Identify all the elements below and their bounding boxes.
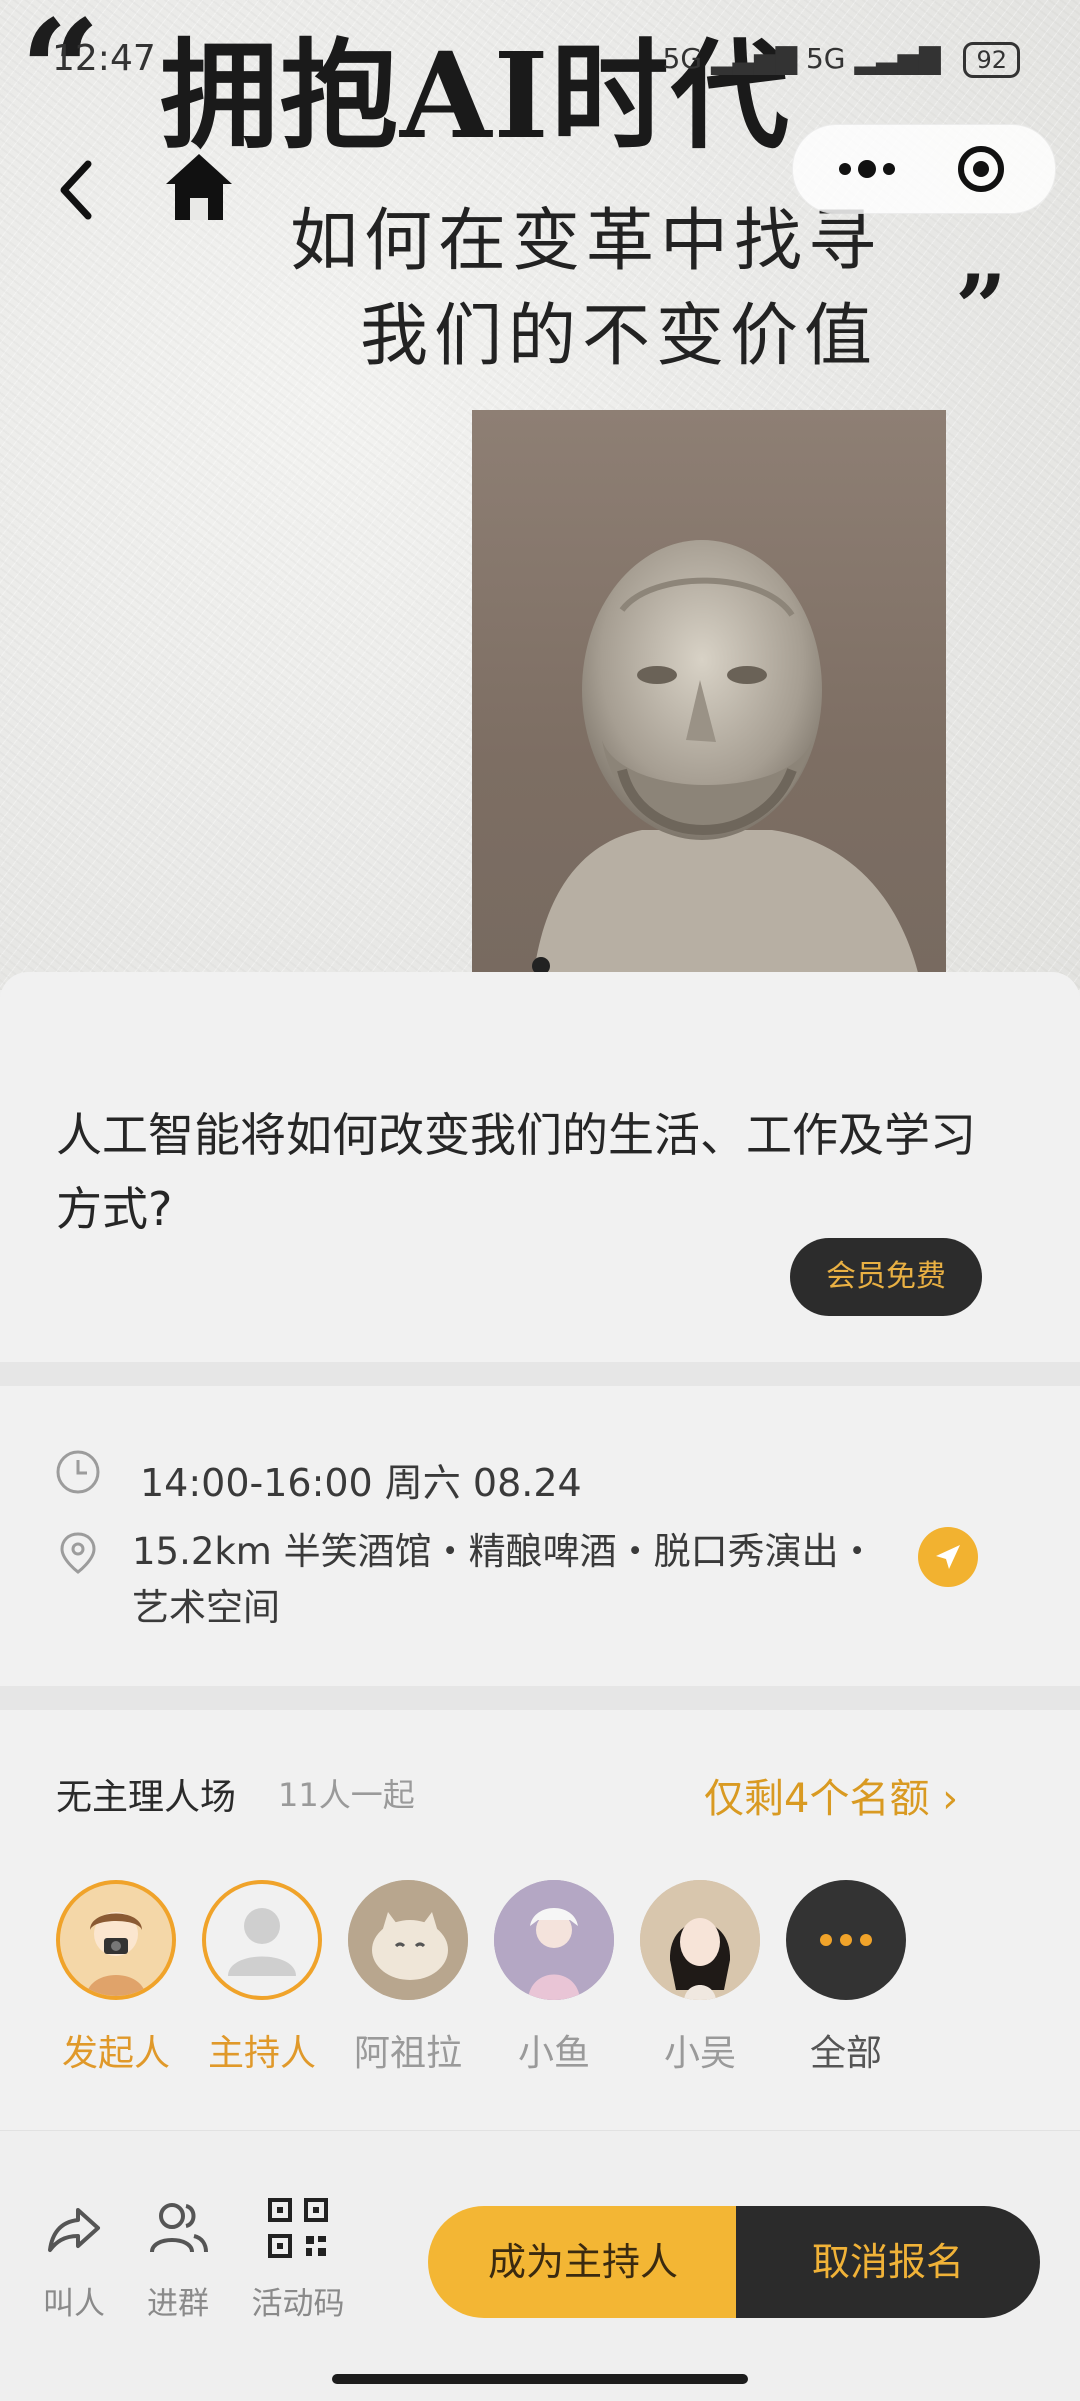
avatar <box>202 1880 322 2000</box>
join-group-button[interactable]: 进群 <box>142 2196 214 2323</box>
statue-image <box>472 410 946 990</box>
participant-count: 11人一起 <box>278 1776 415 1814</box>
more-dots-icon <box>820 1934 872 1946</box>
signal-icon: ▂▃▅▇ <box>710 42 798 75</box>
price-badge: 会员免费 <box>790 1238 982 1316</box>
become-host-button[interactable]: 成为主持人 <box>428 2206 738 2318</box>
more-dots-icon <box>839 160 895 178</box>
girl-avatar-icon <box>60 1884 172 1996</box>
avatar <box>786 1880 906 2000</box>
join-group-label: 进群 <box>147 2286 209 2322</box>
avatar <box>640 1880 760 2000</box>
view-all-label: 全部 <box>809 2033 882 2074</box>
attendee-role-label: 主持人 <box>207 2033 316 2074</box>
remaining-slots-link[interactable]: 仅剩4个名额 › <box>704 1766 958 1824</box>
navigation-arrow-icon <box>936 1545 960 1569</box>
more-button[interactable] <box>817 125 917 213</box>
group-users-icon <box>146 2196 210 2260</box>
back-button[interactable] <box>50 150 110 230</box>
event-qrcode-label: 活动码 <box>251 2286 345 2322</box>
section-divider <box>0 1362 1080 1386</box>
attendee-name: 小鱼 <box>517 2033 590 2074</box>
signal-icon-2: ▂▃▅▇ <box>854 42 941 75</box>
invite-button[interactable]: 叫人 <box>38 2196 110 2323</box>
avatar <box>56 1880 176 2000</box>
cancel-registration-button[interactable]: 取消报名 <box>736 2206 1040 2318</box>
section-divider <box>0 1686 1080 1710</box>
home-indicator[interactable] <box>332 2374 748 2384</box>
status-indicators: 5G ▂▃▅▇ 5G ▂▃▅▇ 92 <box>663 42 1020 78</box>
default-user-icon <box>228 1908 296 1976</box>
event-time: 14:00-16:00 周六 08.24 <box>140 1461 582 1505</box>
mini-program-capsule <box>792 124 1056 214</box>
hero-subtitle-line1: 如何在变革中找寻 <box>290 202 883 281</box>
navigate-button[interactable] <box>918 1527 978 1587</box>
avatar <box>494 1880 614 2000</box>
status-bar: 12:47 5G ▂▃▅▇ 5G ▂▃▅▇ 92 <box>0 0 1080 120</box>
quote-close: ” <box>955 255 1007 361</box>
view-all-attendees-button[interactable]: 全部 <box>784 1880 908 2076</box>
event-location: 15.2km 半笑酒馆・精酿啤酒・脱口秀演出・艺术空间 <box>132 1530 876 1629</box>
home-icon <box>166 154 232 220</box>
attendee-name: 小吴 <box>663 2033 736 2074</box>
attendee-item[interactable]: 小鱼 <box>492 1880 616 2076</box>
avatar <box>348 1880 468 2000</box>
session-mode: 无主理人场 <box>56 1777 237 1818</box>
signal-label: 5G <box>805 42 846 75</box>
clock-icon <box>54 1448 102 1496</box>
attendee-initiator[interactable]: 发起人 <box>54 1880 178 2076</box>
attendee-item[interactable]: 阿祖拉 <box>346 1880 470 2076</box>
close-miniprogram-button[interactable] <box>931 125 1031 213</box>
attendee-host[interactable]: 主持人 <box>200 1880 324 2076</box>
cat-avatar-icon <box>348 1880 468 2000</box>
status-time: 12:47 <box>52 38 156 79</box>
event-qrcode-button[interactable]: 活动码 <box>248 2196 348 2323</box>
target-close-icon <box>958 146 1004 192</box>
portrait-avatar-icon <box>494 1880 614 2000</box>
battery-icon: 92 <box>963 42 1020 78</box>
back-arrow-icon <box>60 160 92 220</box>
attendee-item[interactable]: 小吴 <box>638 1880 762 2076</box>
chevron-right-icon: › <box>942 1776 959 1822</box>
network-label: 5G <box>662 42 703 75</box>
attendee-role-label: 发起人 <box>61 2033 170 2074</box>
remaining-slots-text: 仅剩4个名额 <box>704 1776 930 1822</box>
share-arrow-icon <box>42 2196 106 2260</box>
invite-label: 叫人 <box>43 2286 105 2322</box>
qr-code-icon <box>266 2196 330 2260</box>
hero-subtitle-line2: 我们的不变价值 <box>360 297 879 376</box>
portrait-avatar-icon <box>640 1880 760 2000</box>
event-title: 人工智能将如何改变我们的生活、工作及学习方式? <box>56 1108 976 1236</box>
home-button[interactable] <box>160 148 238 226</box>
attendee-name: 阿祖拉 <box>353 2033 462 2074</box>
location-pin-icon <box>56 1530 100 1576</box>
